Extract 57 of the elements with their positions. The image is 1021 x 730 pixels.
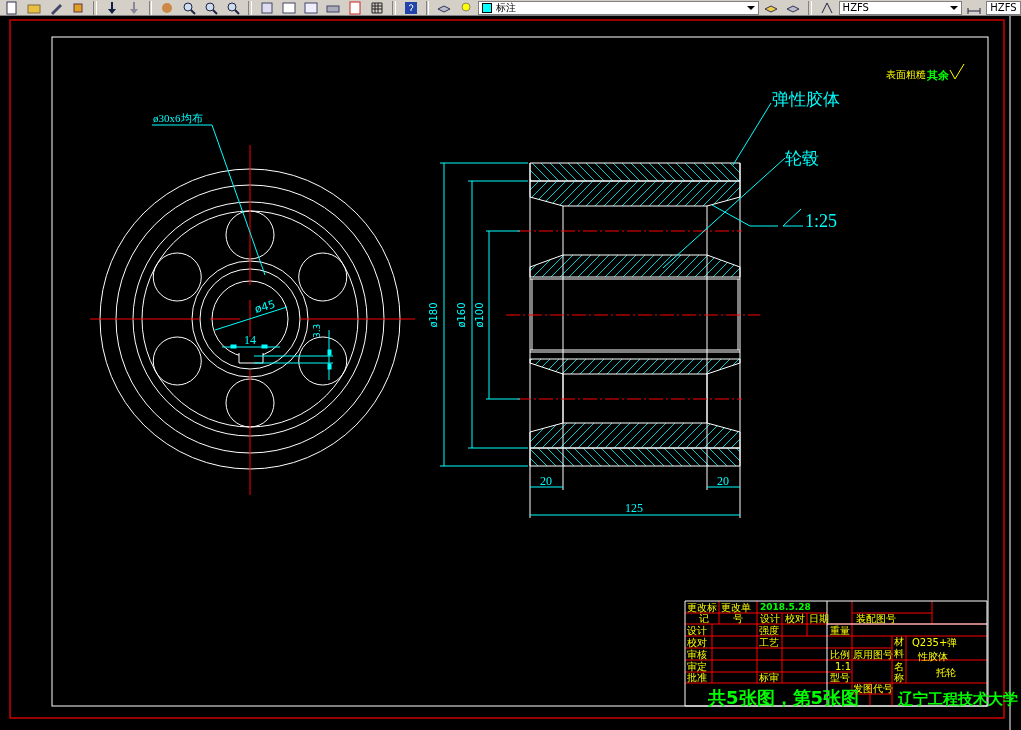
- layer-dropdown[interactable]: 标注: [478, 0, 759, 15]
- document-icon[interactable]: [5, 0, 19, 15]
- dimension-text: 20: [717, 474, 729, 488]
- title-block-text: 材料: [894, 636, 904, 659]
- title-block-text: 比例: [830, 649, 850, 660]
- title-block-text: 审定: [687, 661, 707, 672]
- title-block-text: 原用图号: [853, 649, 893, 660]
- magnifier-icon[interactable]: [226, 0, 241, 15]
- title-block-text: 审核: [687, 649, 707, 660]
- text-style-dropdown[interactable]: HZFS: [838, 0, 963, 15]
- title-block-text: 标审: [759, 672, 779, 683]
- title-block-text: 托轮: [936, 667, 956, 678]
- title-block-text: 强度: [759, 625, 779, 636]
- title-block-text: 名称: [894, 661, 904, 683]
- dimension-style-dropdown[interactable]: HZFS: [986, 0, 1021, 15]
- title-block-text: 装配图号: [856, 613, 896, 624]
- title-block-text: 校对: [687, 637, 707, 648]
- title-block-text: 工艺: [759, 637, 779, 648]
- title-block-text: 日期: [809, 613, 829, 624]
- window-icon[interactable]: [282, 0, 297, 15]
- title-block-text: 设计: [687, 625, 707, 636]
- dimension-text: ø100: [474, 302, 485, 328]
- date-text: 2018.5.28: [760, 602, 811, 612]
- caret-icon: [950, 5, 959, 10]
- dimension-text: ø160: [456, 302, 467, 328]
- taper-icon: [782, 208, 804, 227]
- caret-icon: [746, 5, 755, 10]
- text-style-icon[interactable]: [819, 0, 834, 15]
- dimension-text: 20: [540, 474, 552, 488]
- title-block-text: 设计: [760, 613, 780, 624]
- window-icon[interactable]: [304, 0, 319, 15]
- title-block-text: Q235+弹性胶体: [912, 637, 958, 662]
- dimension-text: ø45: [253, 297, 277, 316]
- bulb-icon[interactable]: [459, 0, 474, 15]
- dimension-text: 125: [625, 501, 643, 515]
- grid-icon[interactable]: [370, 0, 385, 15]
- color-swatch-icon: [482, 2, 493, 13]
- dimension-text: ø180: [428, 302, 439, 328]
- title-block-text: 更改标记: [687, 602, 717, 624]
- part-label: 弹性胶体: [772, 89, 840, 109]
- roughness-symbol-icon: [949, 63, 965, 80]
- taper-note: 1:25: [805, 211, 837, 231]
- dimension-text: 3.3: [312, 323, 322, 338]
- roughness-note: 表面粗糙: [886, 69, 926, 80]
- help-icon[interactable]: [403, 0, 418, 15]
- magnifier-icon[interactable]: [182, 0, 197, 15]
- title-block-text: 重量: [830, 625, 850, 636]
- dimension-text: 14: [244, 333, 256, 347]
- title-block-text: 1:1: [835, 661, 852, 672]
- roughness-note: 其余: [927, 69, 949, 82]
- title-block-text: 批准: [687, 672, 707, 683]
- magnifier-icon[interactable]: [204, 0, 219, 15]
- title-block-text: 更改单号: [721, 602, 751, 624]
- leader-note: ø30x6均布: [153, 112, 203, 124]
- title-block-text: 型号: [830, 672, 850, 683]
- title-block-text: 校对: [785, 613, 805, 624]
- part-label: 轮毂: [785, 148, 819, 168]
